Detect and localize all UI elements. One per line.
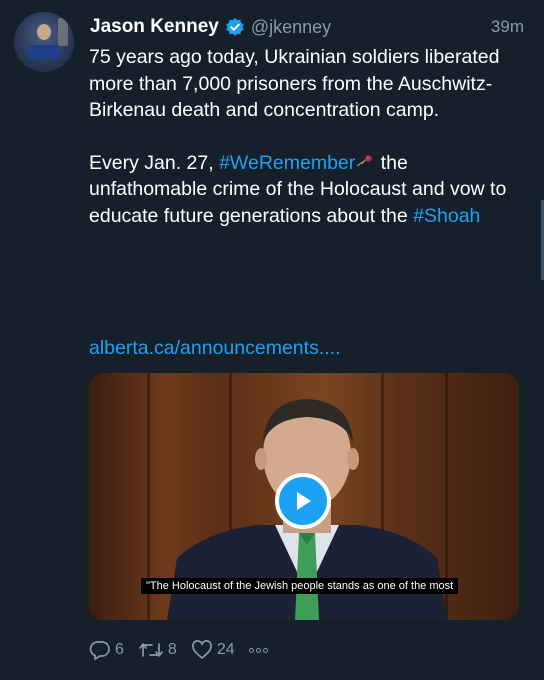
tweet-timestamp[interactable]: 39m (491, 17, 524, 37)
more-dot (262, 647, 268, 653)
verified-badge-icon (225, 17, 245, 37)
rose-emoji-icon (355, 149, 375, 167)
tweet-header: Jason Kenney @jkenney 39m (90, 14, 524, 40)
more-dot (248, 647, 254, 653)
heart-icon (191, 640, 212, 659)
reply-count: 6 (115, 641, 124, 658)
reply-button[interactable]: 6 (89, 640, 124, 660)
author-handle[interactable]: @jkenney (251, 17, 331, 38)
avatar-person (37, 24, 51, 40)
hashtag-shoah[interactable]: #Shoah (413, 205, 480, 227)
tweet-paragraph-2: Every Jan. 27, #WeRemember the unfathoma… (89, 149, 519, 230)
retweet-button[interactable]: 8 (138, 641, 177, 659)
reply-icon (89, 641, 110, 660)
more-icon[interactable] (248, 647, 268, 653)
video-player[interactable]: "The Holocaust of the Jewish people stan… (89, 373, 519, 620)
tweet-text-segment: Every Jan. 27, (89, 151, 220, 174)
video-caption: "The Holocaust of the Jewish people stan… (141, 578, 459, 594)
author-name[interactable]: Jason Kenney (90, 16, 219, 38)
hashtag-weremember[interactable]: #WeRemember (219, 152, 355, 174)
play-icon[interactable] (275, 473, 331, 529)
avatar[interactable] (14, 12, 74, 72)
tweet-paragraph-1: 75 years ago today, Ukrainian soldiers l… (89, 46, 500, 121)
tweet-actions: 6 8 24 (89, 638, 268, 662)
tweet: Jason Kenney @jkenney 39m 75 years ago t… (0, 0, 544, 680)
like-button[interactable]: 24 (191, 640, 235, 660)
retweet-icon (139, 643, 163, 657)
tweet-text: 75 years ago today, Ukrainian soldiers l… (89, 44, 519, 254)
more-dot (255, 647, 261, 653)
tweet-link[interactable]: alberta.ca/announcements.... (89, 337, 341, 360)
avatar-building (58, 18, 68, 46)
like-count: 24 (216, 641, 235, 658)
retweet-count: 8 (167, 641, 177, 658)
avatar-sign (28, 45, 60, 59)
